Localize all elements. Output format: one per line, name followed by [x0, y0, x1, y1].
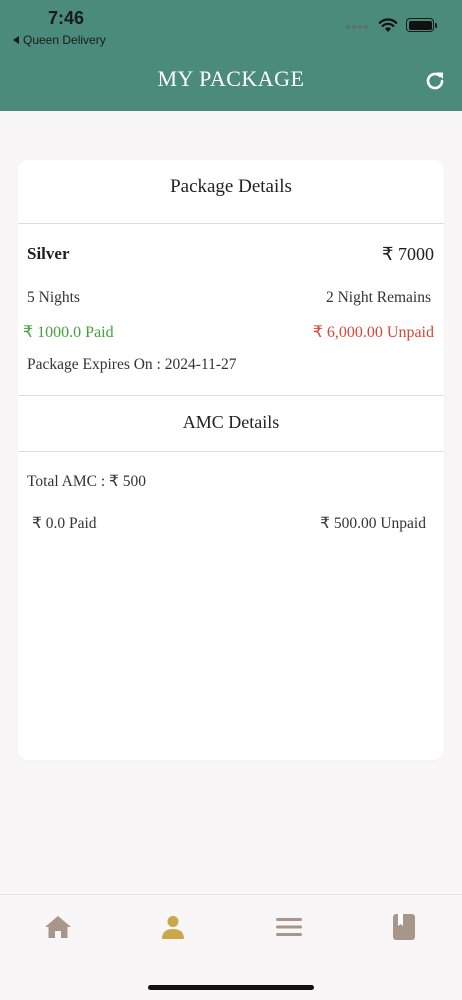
- package-expiry: Package Expires On : 2024-11-27: [27, 356, 237, 373]
- package-paid-amount: ₹ 1000.0 Paid: [23, 324, 114, 341]
- nav-bookings[interactable]: [384, 907, 424, 947]
- package-details-heading: Package Details: [170, 176, 292, 197]
- divider: [18, 395, 444, 396]
- back-to-app-link[interactable]: Queen Delivery: [13, 33, 106, 47]
- cellular-signal-icon: [346, 16, 370, 34]
- status-time: 7:46: [48, 8, 85, 28]
- home-indicator[interactable]: [148, 985, 314, 990]
- nights-remaining: 2 Night Remains: [325, 289, 431, 306]
- back-triangle-icon: [13, 36, 19, 44]
- wifi-icon: [378, 17, 398, 32]
- amc-total: Total AMC : ₹ 500: [27, 473, 147, 490]
- package-nights: 5 Nights: [27, 289, 80, 306]
- battery-icon: [406, 18, 437, 32]
- divider: [18, 451, 444, 452]
- app-header: 7:46 Queen Delivery MY PACKAGE: [0, 0, 462, 111]
- package-price: ₹ 7000: [382, 244, 434, 264]
- book-icon: [393, 914, 415, 940]
- menu-icon: [276, 918, 302, 936]
- back-app-label: Queen Delivery: [23, 33, 106, 47]
- page-title: MY PACKAGE: [157, 66, 305, 91]
- nav-profile[interactable]: [153, 907, 193, 947]
- nav-home[interactable]: [38, 907, 78, 947]
- package-card: Package Details Silver ₹ 7000 5 Nights 2…: [18, 160, 444, 760]
- person-icon: [162, 916, 184, 939]
- amc-paid-amount: ₹ 0.0 Paid: [32, 515, 97, 532]
- status-icons: [346, 16, 437, 34]
- amc-unpaid-amount: ₹ 500.00 Unpaid: [320, 515, 426, 532]
- nav-menu[interactable]: [269, 907, 309, 947]
- home-icon: [45, 916, 71, 938]
- package-name: Silver: [27, 244, 70, 263]
- divider: [18, 223, 444, 224]
- refresh-icon[interactable]: [422, 68, 448, 94]
- screen: 7:46 Queen Delivery MY PACKAGE Package D…: [0, 0, 462, 1000]
- package-unpaid-amount: ₹ 6,000.00 Unpaid: [312, 324, 434, 341]
- amc-details-heading: AMC Details: [182, 412, 280, 432]
